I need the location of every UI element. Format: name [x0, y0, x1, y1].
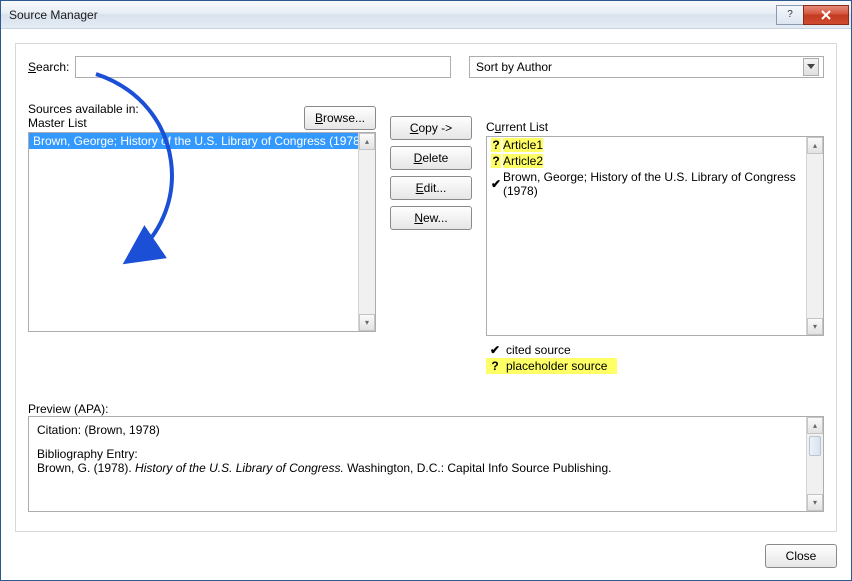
delete-button[interactable]: Delete: [390, 146, 472, 170]
scroll-up-icon[interactable]: ▴: [807, 137, 823, 154]
preview-label: Preview (APA):: [28, 402, 824, 416]
bibliography-label: Bibliography Entry:: [37, 447, 815, 461]
chevron-down-icon: [803, 58, 819, 76]
list-item[interactable]: ? Article1: [487, 137, 823, 153]
scroll-down-icon[interactable]: ▾: [807, 494, 823, 511]
master-list-label: Master List: [28, 116, 139, 130]
placeholder-mark-icon: ?: [491, 154, 501, 168]
current-column: Current List ? Article1 ? Article2: [486, 102, 824, 374]
legend-placeholder: ? placeholder source: [486, 358, 617, 374]
scroll-down-icon[interactable]: ▾: [807, 318, 823, 335]
footer: Close: [765, 544, 837, 568]
close-button[interactable]: Close: [765, 544, 837, 568]
scroll-thumb[interactable]: [809, 436, 821, 456]
legend: ✔ cited source ? placeholder source: [486, 342, 824, 374]
columns: Sources available in: Master List Browse…: [28, 102, 824, 374]
browse-row: Sources available in: Master List Browse…: [28, 102, 376, 130]
legend-placeholder-label: placeholder source: [506, 359, 607, 373]
legend-cited: ✔ cited source: [486, 342, 824, 358]
current-list-label: Current List: [486, 120, 824, 134]
bib-suffix: Washington, D.C.: Capital Info Source Pu…: [344, 461, 612, 475]
list-item-text: Brown, George; History of the U.S. Libra…: [503, 170, 819, 198]
sources-available-label: Sources available in:: [28, 102, 139, 116]
list-item[interactable]: ✔ Brown, George; History of the U.S. Lib…: [487, 169, 823, 199]
question-icon: ?: [490, 359, 500, 373]
window-close-button[interactable]: [803, 5, 849, 25]
edit-button[interactable]: Edit...: [390, 176, 472, 200]
placeholder-mark-icon: ?: [491, 138, 501, 152]
scroll-up-icon[interactable]: ▴: [359, 133, 375, 150]
scrollbar[interactable]: ▴ ▾: [806, 137, 823, 335]
list-item[interactable]: ? Article2: [487, 153, 823, 169]
citation-value: (Brown, 1978): [84, 423, 159, 437]
bibliography-entry: Brown, G. (1978). History of the U.S. Li…: [37, 461, 815, 475]
action-column: Copy -> Delete Edit... New...: [390, 102, 472, 230]
titlebar: Source Manager ?: [1, 1, 851, 29]
scroll-up-icon[interactable]: ▴: [807, 417, 823, 434]
list-item[interactable]: Brown, George; History of the U.S. Libra…: [29, 133, 375, 149]
list-item-text: Article2: [503, 154, 543, 168]
help-button[interactable]: ?: [776, 5, 804, 25]
list-item-text: Article1: [503, 138, 543, 152]
master-labels: Sources available in: Master List: [28, 102, 139, 130]
scrollbar[interactable]: ▴ ▾: [806, 417, 823, 511]
master-listbox[interactable]: Brown, George; History of the U.S. Libra…: [28, 132, 376, 332]
preview-box: Citation: (Brown, 1978) Bibliography Ent…: [28, 416, 824, 512]
scroll-down-icon[interactable]: ▾: [359, 314, 375, 331]
window-title: Source Manager: [9, 8, 98, 22]
copy-button[interactable]: Copy ->: [390, 116, 472, 140]
new-button[interactable]: New...: [390, 206, 472, 230]
inner-frame: Search: Sort by Author Sources available…: [15, 43, 837, 532]
bib-title: History of the U.S. Library of Congress.: [135, 461, 344, 475]
search-input[interactable]: [75, 56, 451, 78]
search-label: Search:: [28, 60, 69, 74]
sort-dropdown[interactable]: Sort by Author: [469, 56, 824, 78]
list-item-text: Brown, George; History of the U.S. Libra…: [33, 134, 364, 148]
master-column: Sources available in: Master List Browse…: [28, 102, 376, 332]
legend-cited-label: cited source: [506, 343, 571, 357]
current-listbox[interactable]: ? Article1 ? Article2 ✔ Brown, George; H…: [486, 136, 824, 336]
sort-value: Sort by Author: [476, 60, 552, 74]
window-controls: ?: [777, 5, 849, 25]
bib-prefix: Brown, G. (1978).: [37, 461, 135, 475]
close-icon: [820, 10, 832, 20]
browse-button[interactable]: Browse...: [304, 106, 376, 130]
source-manager-dialog: Source Manager ? Search: Sort by Author: [0, 0, 852, 581]
preview-citation: Citation: (Brown, 1978): [37, 423, 815, 437]
scrollbar[interactable]: ▴ ▾: [358, 133, 375, 331]
client-area: Search: Sort by Author Sources available…: [1, 29, 851, 580]
check-icon: ✔: [490, 343, 500, 357]
citation-label: Citation:: [37, 423, 81, 437]
cited-mark-icon: ✔: [491, 177, 501, 191]
search-row: Search: Sort by Author: [28, 56, 824, 78]
